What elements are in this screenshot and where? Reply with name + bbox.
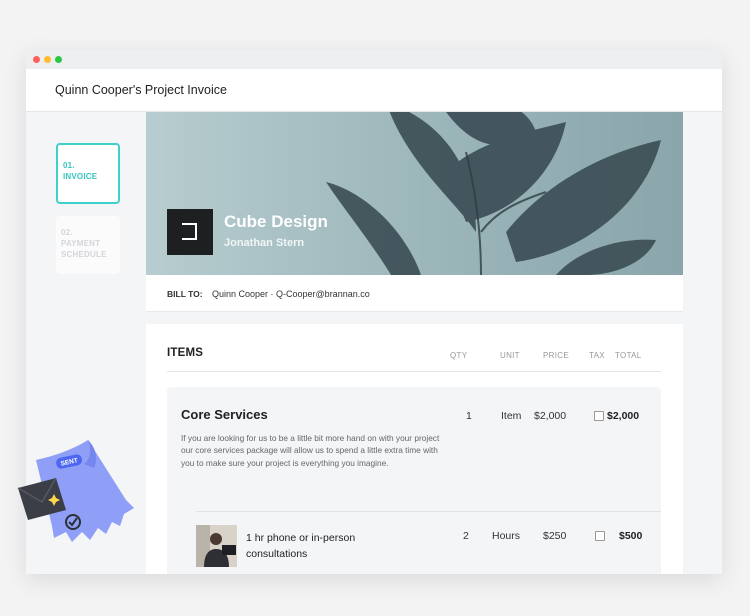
step-label: INVOICE [63,172,98,181]
sub-item-price: $250 [543,530,567,542]
line-item-qty: 1 [466,410,472,422]
tax-checkbox[interactable] [595,531,605,541]
step-invoice[interactable]: 01. INVOICE [56,143,120,204]
tax-checkbox[interactable] [594,411,604,421]
bill-to-value: Quinn Cooper · Q-Cooper@brannan.co [212,289,370,299]
column-header-unit: UNIT [500,351,520,360]
consultation-photo [196,525,237,567]
contact-name: Jonathan Stern [224,237,305,249]
close-window-button[interactable] [33,56,40,63]
sub-item-title: 1 hr phone or in-person consultations [246,532,356,560]
page-title: Quinn Cooper's Project Invoice [55,83,227,97]
step-label: PAYMENT SCHEDULE [61,239,107,259]
plant-leaves-image [326,112,661,275]
line-item-description: If you are looking for us to be a little… [181,433,440,468]
column-header-qty: QTY [450,351,468,360]
divider [196,511,661,512]
window-titlebar [26,50,722,69]
minimize-window-button[interactable] [44,56,51,63]
column-header-tax: TAX [589,351,605,360]
cube-logo-icon [182,223,197,240]
hero-banner: Cube Design Jonathan Stern [146,112,683,275]
items-title: ITEMS [167,347,204,359]
bill-to-bar: BILL TO: Quinn Cooper · Q-Cooper@brannan… [146,275,683,312]
company-logo [167,209,213,255]
company-name: Cube Design [224,212,328,231]
items-section: ITEMS QTY UNIT PRICE TAX TOTAL Core Serv… [146,324,683,574]
sub-item-total: $500 [619,530,643,542]
line-item-unit: Item [501,410,522,422]
step-number: 02. [61,228,73,237]
sub-item-qty: 2 [463,530,469,542]
column-header-price: PRICE [543,351,569,360]
step-payment-schedule[interactable]: 02. PAYMENT SCHEDULE [56,216,120,274]
line-item-price: $2,000 [534,410,567,422]
sub-item-unit: Hours [492,530,521,542]
sent-invoice-illustration: SENT [17,440,134,542]
bill-to-label: BILL TO: [167,289,203,299]
maximize-window-button[interactable] [55,56,62,63]
step-number: 01. [63,161,75,170]
column-header-total: TOTAL [615,351,642,360]
line-item-total: $2,000 [607,410,640,422]
app-header: Quinn Cooper's Project Invoice [26,69,722,112]
line-item-title: Core Services [181,407,268,422]
line-item-core-services[interactable]: Core Services If you are looking for us … [167,387,661,574]
divider [167,371,661,372]
